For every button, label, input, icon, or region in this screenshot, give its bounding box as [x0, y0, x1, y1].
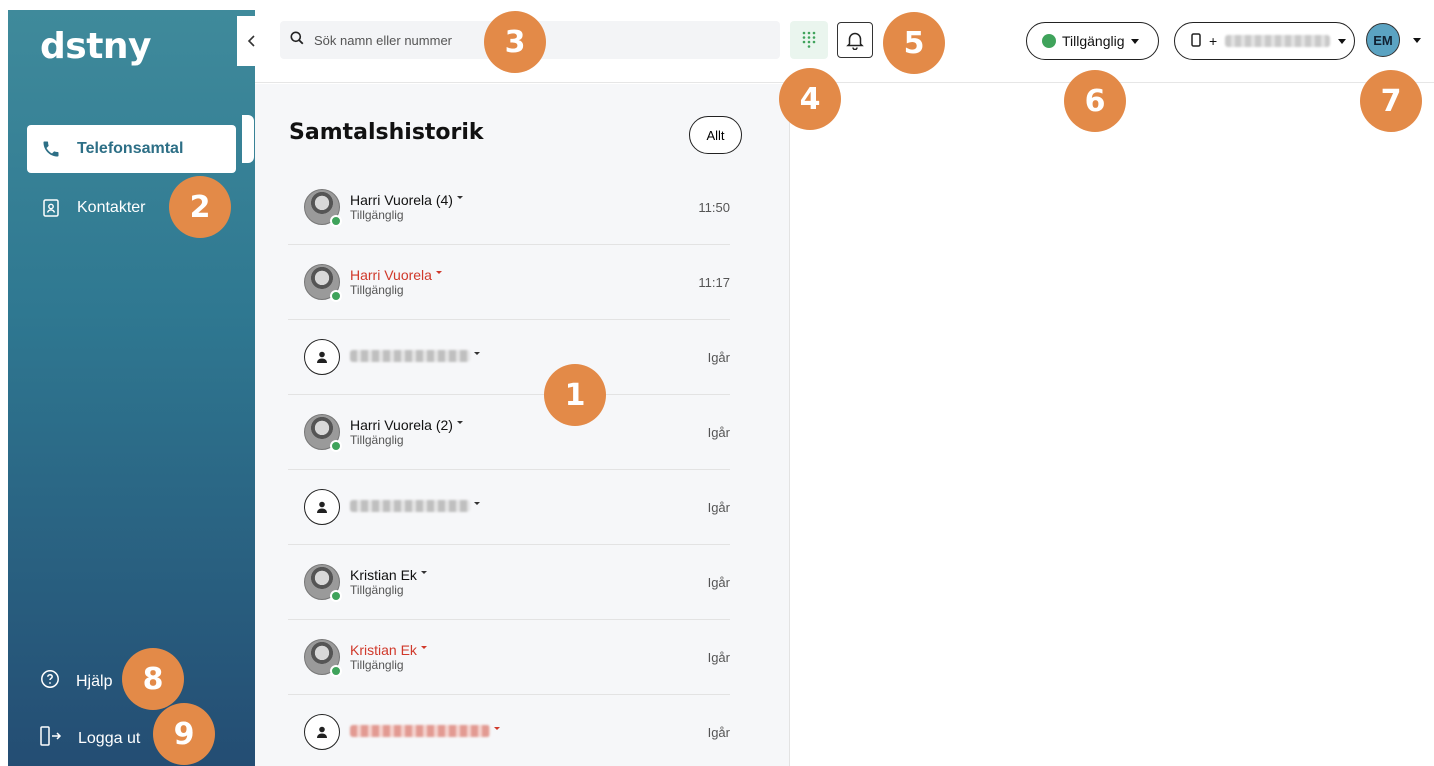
callout-badge-9: 9 [153, 703, 215, 765]
sidebar-item-label: Kontakter [77, 199, 146, 216]
chevron-down-icon [494, 726, 500, 730]
call-status: Tillgänglig [350, 433, 404, 447]
chevron-down-icon [456, 420, 463, 424]
bell-icon [846, 32, 864, 50]
callout-badge-3: 3 [484, 11, 546, 73]
callout-badge-7: 7 [1360, 70, 1422, 132]
contact-avatar [304, 414, 342, 452]
contact-avatar [304, 264, 342, 302]
notifications-button[interactable] [837, 22, 873, 58]
chevron-down-icon [435, 270, 442, 274]
chevron-down-icon [1130, 38, 1139, 44]
call-history-panel: Samtalshistorik Allt Harri Vuorela (4) T… [255, 84, 790, 766]
contact-avatar [304, 564, 342, 602]
callout-badge-1: 1 [544, 364, 606, 426]
blurred-number [350, 725, 490, 737]
call-status: Tillgänglig [350, 658, 404, 672]
sidebar-item-telefonsamtal[interactable]: Telefonsamtal [27, 125, 236, 173]
blurred-number [350, 350, 470, 362]
dstny-logo: dstny [40, 26, 152, 67]
online-indicator [330, 665, 342, 677]
top-bar: Tillgänglig + EM [255, 0, 1434, 83]
call-list: Harri Vuorela (4) Tillgänglig 11:50 Harr… [288, 170, 730, 766]
blurred-phone-number [1225, 35, 1331, 47]
callout-badge-8: 8 [122, 648, 184, 710]
call-name [350, 350, 480, 362]
call-time: 11:17 [698, 275, 730, 290]
call-row[interactable]: Igår [288, 695, 730, 766]
call-name: Harri Vuorela (4) [350, 192, 463, 208]
logout-label: Logga ut [78, 729, 141, 747]
active-tab-indicator [242, 115, 254, 163]
sidebar: dstny Telefonsamtal Kontakter Hjälp Logg… [8, 10, 255, 766]
callout-badge-5: 5 [883, 12, 945, 74]
call-row[interactable]: Kristian Ek Tillgänglig Igår [288, 620, 730, 695]
call-time: Igår [707, 425, 730, 440]
call-time: Igår [707, 650, 730, 665]
contact-avatar [304, 189, 342, 227]
phone-icon [41, 139, 61, 159]
chevron-down-icon[interactable] [1413, 38, 1421, 43]
callout-badge-4: 4 [779, 68, 841, 130]
mobile-icon [1191, 32, 1201, 50]
chevron-down-icon [420, 645, 427, 649]
call-time: Igår [707, 725, 730, 740]
online-indicator [330, 590, 342, 602]
call-name: Harri Vuorela (2) [350, 417, 463, 433]
online-indicator [330, 440, 342, 452]
logout-link[interactable]: Logga ut [40, 726, 140, 751]
call-row[interactable]: Harri Vuorela (2) Tillgänglig Igår [288, 395, 730, 470]
online-indicator [330, 215, 342, 227]
call-name [350, 725, 500, 737]
page-title: Samtalshistorik [289, 120, 484, 145]
help-label: Hjälp [76, 672, 113, 690]
contacts-icon [41, 198, 61, 218]
dialpad-button[interactable] [790, 21, 828, 59]
person-icon [304, 339, 340, 375]
call-status: Tillgänglig [350, 208, 404, 222]
chevron-down-icon [474, 501, 480, 505]
chevron-down-icon [456, 195, 463, 199]
callout-badge-2: 2 [169, 176, 231, 238]
call-name: Harri Vuorela [350, 267, 442, 283]
person-icon [304, 489, 340, 525]
user-avatar-button[interactable]: EM [1366, 23, 1400, 57]
phone-number-dropdown[interactable]: + [1174, 22, 1355, 60]
dialpad-icon [802, 31, 816, 48]
call-row[interactable]: Igår [288, 320, 730, 395]
call-name: Kristian Ek [350, 642, 427, 658]
chevron-down-icon [420, 570, 427, 574]
call-row[interactable]: Harri Vuorela Tillgänglig 11:17 [288, 245, 730, 320]
help-link[interactable]: Hjälp [40, 669, 112, 694]
call-status: Tillgänglig [350, 583, 404, 597]
blurred-number [350, 500, 470, 512]
call-time: 11:50 [698, 200, 730, 215]
person-icon [304, 714, 340, 750]
call-name [350, 500, 480, 512]
phone-prefix: + [1209, 33, 1218, 49]
sidebar-item-label: Telefonsamtal [77, 140, 184, 157]
chevron-down-icon [1338, 38, 1347, 44]
callout-badge-6: 6 [1064, 70, 1126, 132]
online-indicator [330, 290, 342, 302]
chevron-down-icon [474, 351, 480, 355]
call-time: Igår [707, 500, 730, 515]
call-status: Tillgänglig [350, 283, 404, 297]
call-time: Igår [707, 575, 730, 590]
presence-status-dropdown[interactable]: Tillgänglig [1026, 22, 1159, 60]
call-name: Kristian Ek [350, 567, 427, 583]
status-dot [1042, 34, 1056, 48]
call-row[interactable]: Kristian Ek Tillgänglig Igår [288, 545, 730, 620]
call-row[interactable]: Igår [288, 470, 730, 545]
call-time: Igår [707, 350, 730, 365]
contact-avatar [304, 639, 342, 677]
filter-button[interactable]: Allt [689, 116, 742, 154]
logout-icon [40, 726, 62, 751]
call-row[interactable]: Harri Vuorela (4) Tillgänglig 11:50 [288, 170, 730, 245]
search-icon [290, 31, 304, 50]
status-label: Tillgänglig [1062, 33, 1125, 49]
help-icon [40, 669, 60, 694]
